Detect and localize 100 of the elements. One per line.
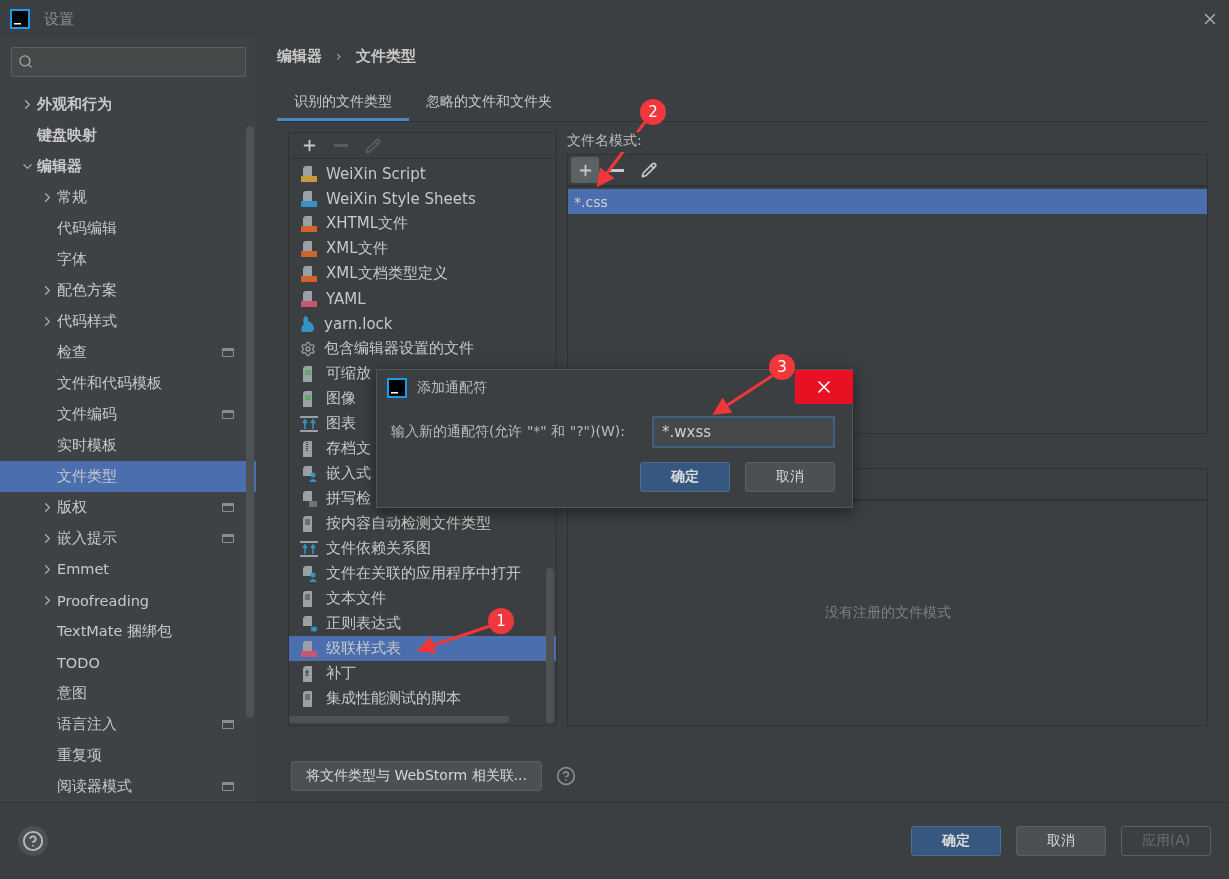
file-type-item[interactable]: 拼写检 [289,486,377,511]
file-type-item[interactable]: XML文档类型定义 [289,261,454,286]
sidebar-item[interactable]: 外观和行为 [0,88,256,120]
file-icon [300,239,318,258]
sidebar-item[interactable]: 配色方案 [0,274,256,306]
file-icon [300,164,318,183]
file-type-item[interactable]: 文件在关联的应用程序中打开 [289,561,527,586]
sidebar-item[interactable]: 版权 [0,491,256,523]
tab[interactable]: 忽略的文件和文件夹 [409,86,569,121]
sidebar-item[interactable]: 意图 [0,678,256,710]
annotation-arrow [596,121,647,188]
file-type-item[interactable]: XML文件 [289,236,394,261]
sidebar-item[interactable]: TODO [0,647,256,679]
file-type-item[interactable]: WeiXin Script [289,161,432,186]
file-type-label: yarn.lock [324,314,393,333]
sidebar-item[interactable]: 字体 [0,243,256,275]
file-type-item[interactable]: 集成性能测试的脚本 [289,686,467,711]
minus-icon [610,168,624,172]
file-type-item[interactable]: 包含编辑器设置的文件 [289,336,480,361]
file-icon [300,289,318,308]
gear-icon [300,340,316,357]
sidebar-item[interactable]: Proofreading [0,585,256,616]
file-type-item[interactable]: WeiXin Style Sheets [289,186,482,211]
file-type-label: XML文档类型定义 [326,264,448,283]
help-icon [22,830,44,852]
file-type-label: 集成性能测试的脚本 [326,689,461,708]
pattern-item[interactable]: *.css [568,189,1207,214]
sidebar-item[interactable]: 编辑器 [0,150,256,182]
file-type-item[interactable]: yarn.lock [289,311,399,336]
sidebar-item[interactable]: 实时模板 [0,429,256,461]
file-icon [300,214,318,233]
annotation-badge: 1 [488,608,514,634]
file-type-label: 图像 [326,389,356,408]
diagram-icon [300,415,318,432]
file-type-item[interactable]: 存档文 [289,436,377,461]
file-type-label: 文本文件 [326,589,386,608]
sidebar-item[interactable]: 代码样式 [0,305,256,337]
file-type-label: 拼写检 [326,489,371,508]
file-type-label: 级联样式表 [326,639,401,658]
file-icon [300,189,318,208]
scrollbar-thumb[interactable] [246,126,254,718]
file-type-item[interactable]: 文本文件 [289,586,392,611]
sidebar-item[interactable]: 文件和代码模板 [0,367,256,399]
file-type-item[interactable]: 可缩放 [289,361,377,386]
help-button[interactable] [18,826,48,856]
tab[interactable]: 识别的文件类型 [277,86,409,121]
file-type-label: 包含编辑器设置的文件 [324,339,474,358]
associate-button[interactable]: 将文件类型与 WebStorm 相关联... [291,761,542,791]
cancel-button[interactable]: 取消 [745,462,835,492]
breadcrumb-separator: › [336,48,342,64]
search-icon [18,54,33,70]
file-type-item[interactable]: XHTML文件 [289,211,415,236]
ok-button[interactable]: 确定 [640,462,730,492]
close-button[interactable] [795,370,853,404]
pencil-icon [641,162,657,178]
annotation-arrow [712,374,773,415]
empty-message: 没有注册的文件模式 [824,604,951,622]
file-type-label: 文件依赖关系图 [326,539,431,558]
sidebar-item[interactable]: 常规 [0,181,256,213]
file-type-label: 文件在关联的应用程序中打开 [326,564,521,583]
file-type-item[interactable]: 嵌入式 [289,461,377,486]
sidebar-item[interactable]: 键盘映射 [0,119,256,151]
breadcrumb-item[interactable]: 文件类型 [355,46,416,66]
file-type-item[interactable]: 图表 [289,411,362,436]
file-type-label: 按内容自动检测文件类型 [326,514,491,533]
sidebar-item[interactable]: 文件编码 [0,398,256,430]
file-type-item[interactable]: 正则表达式 [289,611,407,636]
diagram-icon [300,540,318,557]
sidebar-item[interactable]: 检查 [0,336,256,368]
wildcard-input[interactable]: *.wxss [652,416,835,448]
breadcrumb-item[interactable]: 编辑器 [277,46,322,66]
file-type-item[interactable]: YAML [289,286,372,311]
sidebar-item[interactable]: 语言注入 [0,709,256,741]
section-label: 文件名模式: [567,132,642,152]
file-type-item[interactable]: 文件依赖关系图 [289,536,437,561]
add-button[interactable] [571,157,599,183]
file-icon [300,564,318,583]
sidebar-item[interactable]: 代码编辑 [0,212,256,244]
scrollbar-thumb[interactable] [289,716,509,723]
sidebar-item[interactable]: 重复项 [0,740,256,772]
file-type-item[interactable]: 补丁 [289,661,362,686]
scrollbar-thumb[interactable] [546,568,554,723]
sidebar-item[interactable]: Emmet [0,554,256,585]
file-type-label: 可缩放 [326,364,371,383]
annotation-badge: 2 [640,99,666,125]
file-type-label: YAML [326,289,366,308]
file-type-item[interactable]: 图像 [289,386,362,411]
search-field[interactable] [11,47,246,77]
footer-button[interactable]: 确定 [911,826,1001,856]
file-type-label: WeiXin Script [326,164,426,183]
help-icon[interactable] [555,766,576,786]
file-type-item[interactable]: 按内容自动检测文件类型 [289,511,497,536]
footer-button[interactable]: 取消 [1016,826,1106,856]
file-icon [300,489,318,508]
sidebar-item[interactable]: 嵌入提示 [0,522,256,554]
file-icon [300,464,318,483]
sidebar-item[interactable]: 阅读器模式 [0,771,256,803]
sidebar-item[interactable]: TextMate 捆绑包 [0,616,256,648]
field-label: 输入新的通配符(允许 "*" 和 "?")(W): [391,423,626,441]
file-icon [300,614,318,633]
